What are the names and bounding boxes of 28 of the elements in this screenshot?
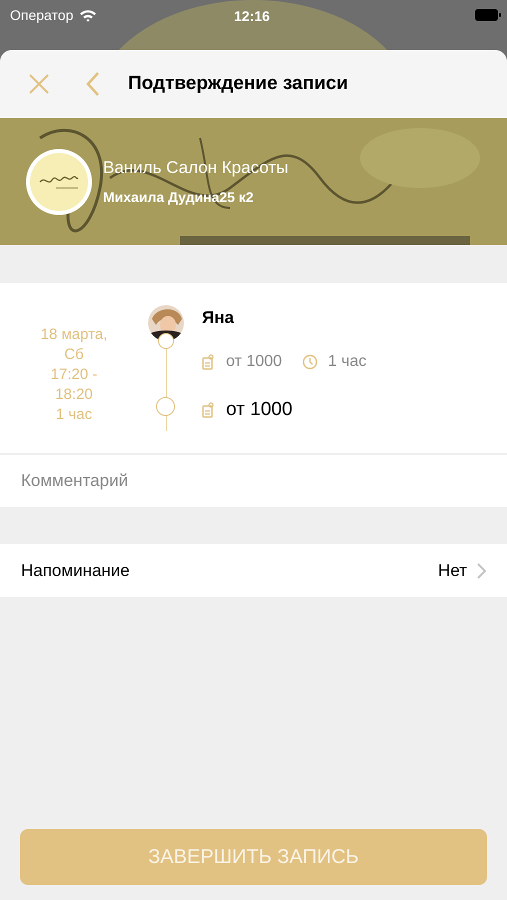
booking-date-text: 18 марта, bbox=[40, 325, 108, 345]
price-tag-icon bbox=[202, 354, 214, 370]
salon-address: Михаила Дудина25 к2 bbox=[103, 188, 255, 208]
wifi-icon bbox=[79, 8, 98, 22]
booking-date-text: 17:20 - bbox=[50, 365, 98, 385]
salon-name: Ваниль Салон Красоты bbox=[103, 156, 288, 179]
master-name: Яна bbox=[202, 307, 235, 329]
booking-date-text: 1 час bbox=[56, 405, 92, 425]
service-price: от 1000 bbox=[226, 352, 282, 372]
chevron-icon bbox=[477, 562, 486, 578]
back-icon bbox=[86, 71, 100, 97]
timeline-node bbox=[156, 397, 175, 416]
timeline-node bbox=[158, 333, 174, 349]
clock-time: 12:16 bbox=[234, 7, 270, 26]
booking-date-text: 18:20 bbox=[55, 385, 93, 405]
reminder-row[interactable]: Напоминание Нет bbox=[0, 544, 507, 597]
service-price: от 1000 bbox=[226, 398, 292, 422]
booking-date-text: Сб bbox=[64, 345, 84, 365]
back-button[interactable] bbox=[86, 70, 102, 98]
screen-title: Подтверждение записи bbox=[128, 72, 348, 96]
price-tag-icon bbox=[202, 402, 214, 418]
clock-icon bbox=[302, 354, 318, 370]
battery-icon bbox=[475, 9, 501, 21]
salon-logo bbox=[26, 148, 92, 214]
close-icon bbox=[28, 73, 50, 95]
comment-field[interactable]: Комментарий bbox=[0, 455, 507, 507]
carrier-name: Оператор bbox=[10, 6, 74, 25]
service-duration: 1 час bbox=[328, 352, 366, 372]
